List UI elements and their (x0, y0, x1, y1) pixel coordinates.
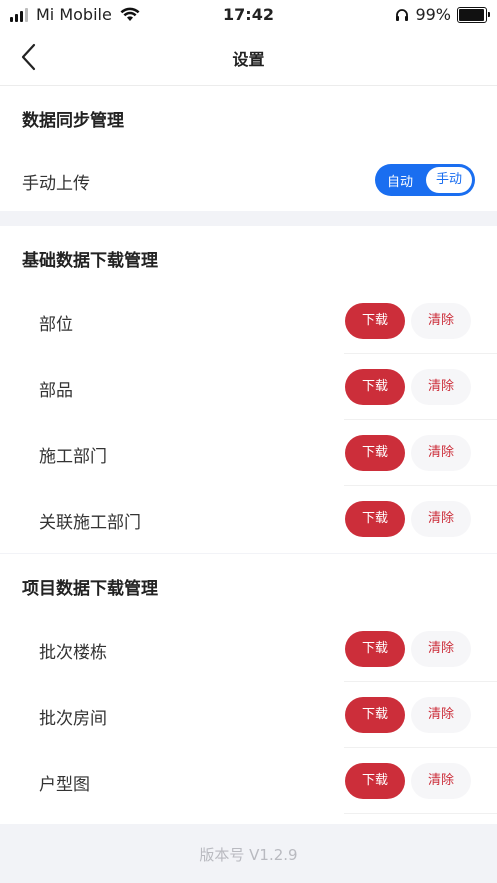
item-label: 部品 (39, 381, 73, 401)
item-label: 关联施工部门 (39, 513, 141, 533)
item-label: 批次房间 (39, 709, 107, 729)
list-item: 批次房间 下载 清除 (0, 682, 497, 748)
clear-button[interactable]: 清除 (411, 697, 471, 733)
clear-button[interactable]: 清除 (411, 501, 471, 537)
clear-button[interactable]: 清除 (411, 631, 471, 667)
sync-section: 数据同步管理 手动上传 自动 手动 (0, 86, 497, 211)
download-button[interactable]: 下载 (345, 763, 405, 799)
version-label: 版本号 V1.2.9 (199, 846, 298, 864)
nav-bar: 设置 (0, 30, 497, 86)
battery-percent: 99% (415, 5, 451, 24)
clear-button[interactable]: 清除 (411, 763, 471, 799)
list-item: 批次楼栋 下载 清除 (0, 616, 497, 682)
basic-section-title: 基础数据下载管理 (22, 251, 158, 271)
item-label: 批次楼栋 (39, 643, 107, 663)
upload-mode-toggle[interactable]: 自动 手动 (375, 164, 475, 196)
download-button[interactable]: 下载 (345, 501, 405, 537)
item-label: 施工部门 (39, 447, 107, 467)
download-button[interactable]: 下载 (345, 435, 405, 471)
battery-icon (457, 6, 490, 23)
list-item: 关联施工部门 下载 清除 (0, 486, 497, 552)
download-button[interactable]: 下载 (345, 631, 405, 667)
item-label: 户型图 (39, 775, 90, 795)
list-item: 施工部门 下载 清除 (0, 420, 497, 486)
list-item: 部品 下载 清除 (0, 354, 497, 420)
clear-button[interactable]: 清除 (411, 303, 471, 339)
page-title: 设置 (232, 50, 265, 69)
status-bar: Mi Mobile 17:42 99% (0, 0, 497, 30)
basic-download-section: 基础数据下载管理 部位 下载 清除 部品 下载 清除 施工部门 下载 清除 关联… (0, 226, 497, 553)
download-button[interactable]: 下载 (345, 697, 405, 733)
sync-section-title: 数据同步管理 (22, 111, 124, 131)
toggle-manual-option[interactable]: 手动 (426, 167, 472, 193)
list-item: 部位 下载 清除 (0, 288, 497, 354)
project-section-title: 项目数据下载管理 (22, 579, 158, 599)
clear-button[interactable]: 清除 (411, 369, 471, 405)
clear-button[interactable]: 清除 (411, 435, 471, 471)
download-button[interactable]: 下载 (345, 303, 405, 339)
headphones-icon (396, 8, 409, 21)
list-item: 户型图 下载 清除 (0, 748, 497, 814)
manual-upload-label: 手动上传 (22, 174, 90, 194)
download-button[interactable]: 下载 (345, 369, 405, 405)
item-label: 部位 (39, 315, 73, 335)
toggle-auto-option[interactable]: 自动 (387, 171, 413, 190)
project-download-section: 项目数据下载管理 批次楼栋 下载 清除 批次房间 下载 清除 户型图 下载 清除 (0, 554, 497, 824)
divider (344, 813, 497, 814)
